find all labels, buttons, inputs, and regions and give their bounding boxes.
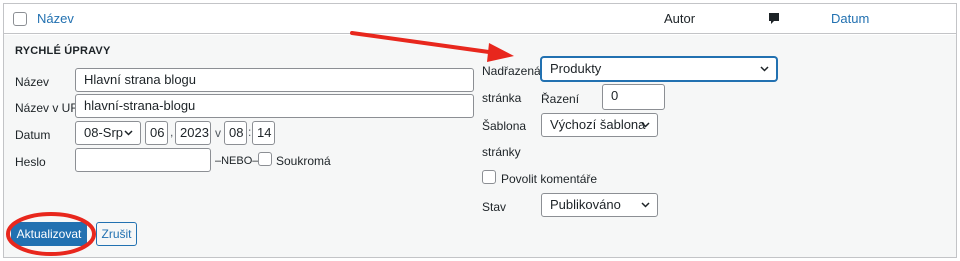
slug-input[interactable]: hlavní-strana-blogu — [75, 94, 474, 118]
status-label: Stav — [482, 200, 507, 214]
month-select[interactable]: 08-Srp — [75, 121, 141, 145]
allow-comments-label: Povolit komentáře — [501, 172, 598, 186]
hour-input[interactable]: 08 — [224, 121, 247, 145]
column-author-header: Autor — [664, 11, 696, 26]
time-separator: : — [248, 125, 252, 139]
template-label-line1: Šablona — [482, 119, 527, 133]
password-label: Heslo — [15, 155, 46, 169]
at-text: v — [215, 126, 221, 140]
parent-page-select[interactable]: Produkty — [541, 57, 777, 81]
table-header: Název Autor Datum — [4, 4, 956, 34]
password-input[interactable] — [75, 148, 211, 172]
cancel-button[interactable]: Zrušit — [96, 222, 137, 246]
order-input[interactable]: 0 — [602, 84, 665, 110]
year-input[interactable]: 2023 — [175, 121, 211, 145]
order-label: Řazení — [541, 92, 580, 106]
quick-edit-panel: RYCHLÉ ÚPRAVY Název Hlavní strana blogu … — [4, 35, 956, 257]
template-label-line2: stránky — [482, 145, 521, 159]
minute-input[interactable]: 14 — [252, 121, 275, 145]
column-date-header[interactable]: Datum — [831, 11, 869, 26]
posts-table: Název Autor Datum RYCHLÉ ÚPRAVY Název Hl… — [3, 3, 957, 258]
chevron-down-icon — [124, 130, 133, 136]
chevron-down-icon — [760, 66, 769, 72]
day-input[interactable]: 06 — [145, 121, 168, 145]
parent-page-value: Produkty — [550, 61, 602, 76]
or-text: –NEBO– — [215, 155, 259, 167]
select-all-checkbox[interactable] — [13, 12, 27, 26]
status-value: Publikováno — [550, 197, 621, 212]
private-label: Soukromá — [276, 154, 331, 168]
chevron-down-icon — [641, 202, 650, 208]
status-select[interactable]: Publikováno — [541, 193, 658, 217]
template-select[interactable]: Výchozí šablona — [541, 113, 658, 137]
title-input[interactable]: Hlavní strana blogu — [75, 68, 474, 92]
template-value: Výchozí šablona — [550, 117, 646, 132]
title-label: Název — [15, 75, 50, 89]
quick-edit-legend: RYCHLÉ ÚPRAVY — [15, 45, 111, 57]
month-value: 08-Srp — [84, 125, 124, 140]
date-label: Datum — [15, 128, 51, 142]
private-checkbox[interactable] — [258, 152, 272, 166]
comment-icon[interactable] — [768, 12, 780, 26]
date-separator: , — [170, 125, 174, 139]
column-title-header[interactable]: Název — [37, 11, 74, 26]
chevron-down-icon — [641, 122, 650, 128]
parent-label-line2: stránka — [482, 91, 522, 105]
update-button[interactable]: Aktualizovat — [11, 222, 87, 246]
parent-label-line1: Nadřazená — [482, 64, 541, 78]
allow-comments-checkbox[interactable] — [482, 170, 496, 184]
